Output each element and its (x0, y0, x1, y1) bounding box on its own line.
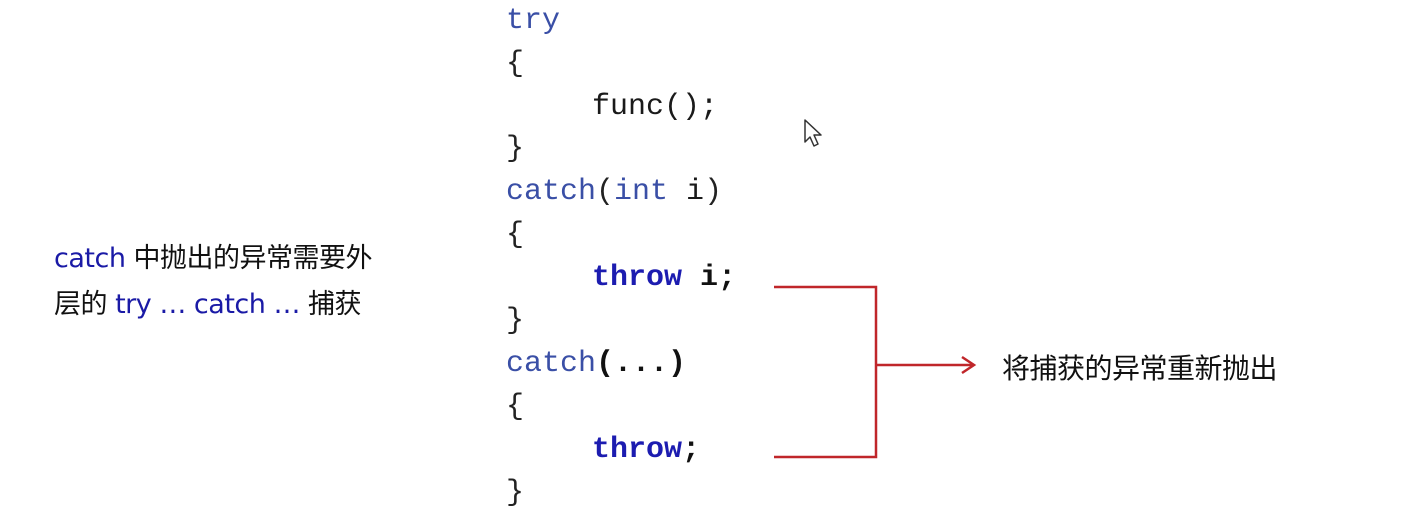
mouse-pointer-icon (804, 119, 822, 147)
slide: catch 中抛出的异常需要外 层的 try … catch … 捕获 try … (0, 0, 1402, 526)
annotation-rethrow: 将捕获的异常重新抛出 (1002, 352, 1278, 385)
arrow-right-icon (774, 285, 977, 459)
bracket-connector (774, 285, 977, 459)
